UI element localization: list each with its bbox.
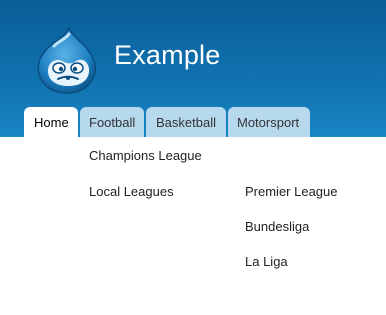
tab-home[interactable]: Home (24, 107, 78, 137)
main-nav-tabs: Home Football Basketball Motorsport (24, 107, 312, 137)
menu-item-champions-league[interactable]: Champions League (89, 148, 202, 163)
menu-item-local-leagues[interactable]: Local Leagues (89, 184, 174, 199)
site-name[interactable]: Example (114, 40, 220, 71)
tab-basketball[interactable]: Basketball (146, 107, 226, 137)
tab-football[interactable]: Football (80, 107, 144, 137)
submenu-item-premier-league[interactable]: Premier League (245, 184, 338, 199)
submenu-item-bundesliga[interactable]: Bundesliga (245, 219, 309, 234)
submenu-item-la-liga[interactable]: La Liga (245, 254, 288, 269)
site-header: Example Home Football Basketball Motorsp… (0, 0, 386, 137)
tab-motorsport[interactable]: Motorsport (228, 107, 310, 137)
drupal-drop-logo-icon[interactable] (36, 26, 98, 94)
